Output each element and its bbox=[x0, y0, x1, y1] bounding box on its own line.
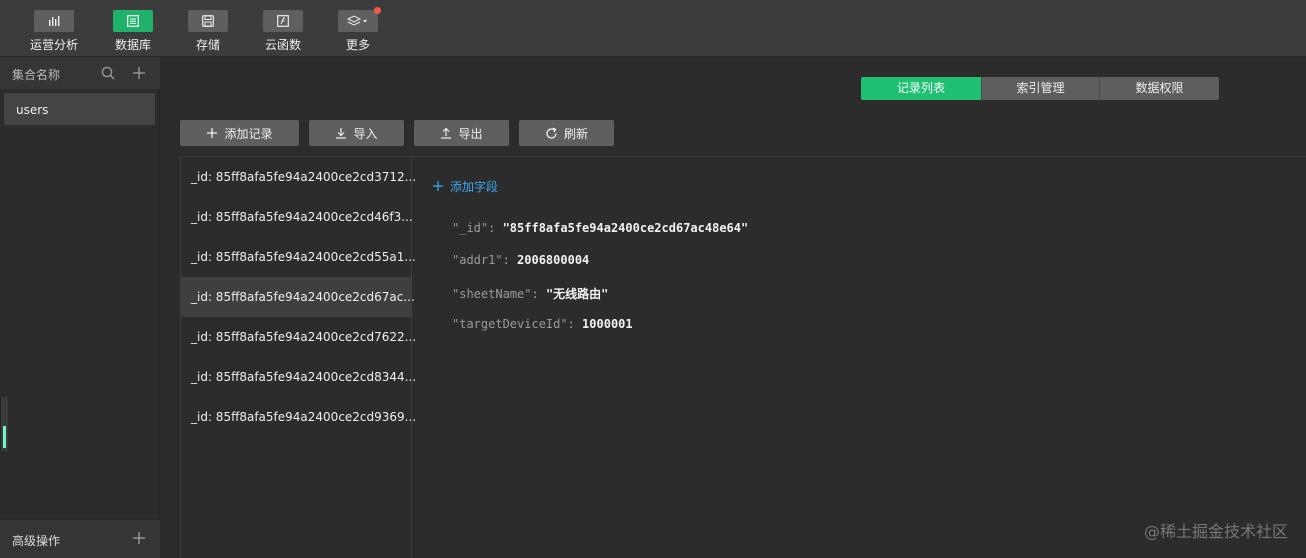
search-icon[interactable] bbox=[100, 65, 116, 81]
field-value: 1000001 bbox=[582, 317, 633, 331]
add-field-label: 添加字段 bbox=[450, 179, 499, 194]
record-id: _id: 85ff8afa5fe94a2400ce2cd9369... bbox=[191, 410, 417, 424]
function-icon bbox=[277, 15, 289, 27]
layers-icon bbox=[347, 15, 367, 26]
sidebar-header: 集合名称 bbox=[0, 57, 160, 89]
field-key: "sheetName" bbox=[452, 287, 532, 301]
add-collection-icon[interactable] bbox=[131, 65, 147, 81]
field-row[interactable]: "addr1": 2006800004 bbox=[452, 253, 589, 267]
level-indicator bbox=[0, 397, 8, 451]
field-row[interactable]: "sheetName": "无线路由" bbox=[452, 285, 608, 302]
export-label: 导出 bbox=[458, 126, 483, 141]
toolbar-label: 云函数 bbox=[264, 38, 301, 52]
collections-sidebar: 集合名称 users 高级操作 bbox=[0, 57, 160, 558]
upload-icon bbox=[441, 127, 452, 139]
import-label: 导入 bbox=[353, 126, 378, 141]
toolbar-item-database[interactable]: 数据库 bbox=[103, 10, 163, 54]
save-icon bbox=[202, 15, 214, 27]
tab-indexes[interactable]: 索引管理 bbox=[981, 77, 1099, 100]
record-list: _id: 85ff8afa5fe94a2400ce2cd3712... _id:… bbox=[180, 156, 416, 558]
add-field-button[interactable]: 添加字段 bbox=[432, 177, 498, 195]
download-icon bbox=[336, 128, 347, 139]
record-id: _id: 85ff8afa5fe94a2400ce2cd8344... bbox=[191, 370, 417, 384]
record-id: _id: 85ff8afa5fe94a2400ce2cd67ac... bbox=[191, 290, 415, 304]
field-value: "无线路由" bbox=[545, 287, 609, 301]
refresh-label: 刷新 bbox=[563, 126, 588, 141]
advanced-operations-label: 高级操作 bbox=[12, 534, 61, 548]
export-button[interactable]: 导出 bbox=[414, 120, 509, 146]
field-row[interactable]: "_id": "85ff8afa5fe94a2400ce2cd67ac48e64… bbox=[452, 221, 748, 235]
add-record-label: 添加记录 bbox=[224, 126, 273, 141]
field-key: "addr1" bbox=[452, 253, 503, 267]
sidebar-title: 集合名称 bbox=[12, 68, 61, 82]
record-item[interactable]: _id: 85ff8afa5fe94a2400ce2cd7622... bbox=[181, 317, 416, 357]
toolbar-item-analytics[interactable]: 运营分析 bbox=[24, 10, 84, 54]
add-record-button[interactable]: 添加记录 bbox=[180, 120, 299, 146]
notification-dot bbox=[374, 7, 381, 14]
record-item-selected[interactable]: _id: 85ff8afa5fe94a2400ce2cd67ac... bbox=[181, 277, 415, 317]
collection-item[interactable]: users bbox=[4, 93, 155, 125]
field-key: "targetDeviceId" bbox=[452, 317, 568, 331]
sidebar-footer: 高级操作 bbox=[0, 519, 160, 558]
collection-name: users bbox=[16, 103, 49, 117]
top-toolbar: 运营分析 数据库 存储 云函数 更多 bbox=[0, 0, 1306, 57]
bar-chart-icon bbox=[49, 16, 60, 26]
database-icon bbox=[127, 15, 139, 27]
plus-icon bbox=[433, 181, 443, 191]
view-tabs: 记录列表 索引管理 数据权限 bbox=[861, 77, 1219, 100]
tab-records[interactable]: 记录列表 bbox=[861, 77, 981, 100]
record-item[interactable]: _id: 85ff8afa5fe94a2400ce2cd3712... bbox=[181, 157, 416, 197]
record-id: _id: 85ff8afa5fe94a2400ce2cd55a1... bbox=[191, 250, 416, 264]
record-item[interactable]: _id: 85ff8afa5fe94a2400ce2cd8344... bbox=[181, 357, 416, 397]
plus-icon bbox=[207, 128, 218, 138]
field-value: 2006800004 bbox=[517, 253, 590, 267]
refresh-button[interactable]: 刷新 bbox=[519, 120, 614, 146]
toolbar-label: 数据库 bbox=[114, 38, 151, 52]
toolbar-item-storage[interactable]: 存储 bbox=[178, 10, 238, 54]
tab-permissions[interactable]: 数据权限 bbox=[1099, 77, 1219, 100]
toolbar-item-more[interactable]: 更多 bbox=[328, 7, 388, 54]
toolbar-item-functions[interactable]: 云函数 bbox=[253, 10, 313, 54]
add-icon[interactable] bbox=[131, 530, 147, 546]
record-id: _id: 85ff8afa5fe94a2400ce2cd7622... bbox=[191, 330, 417, 344]
toolbar-label: 更多 bbox=[345, 38, 370, 52]
field-row[interactable]: "targetDeviceId": 1000001 bbox=[452, 317, 633, 331]
record-item[interactable]: _id: 85ff8afa5fe94a2400ce2cd46f3... bbox=[181, 197, 413, 237]
toolbar-label: 存储 bbox=[195, 38, 220, 52]
record-item[interactable]: _id: 85ff8afa5fe94a2400ce2cd9369... bbox=[181, 397, 416, 437]
field-key: "_id" bbox=[452, 221, 489, 235]
record-id: _id: 85ff8afa5fe94a2400ce2cd46f3... bbox=[191, 210, 413, 224]
record-item[interactable]: _id: 85ff8afa5fe94a2400ce2cd55a1... bbox=[181, 237, 416, 277]
import-button[interactable]: 导入 bbox=[309, 120, 404, 146]
record-id: _id: 85ff8afa5fe94a2400ce2cd3712... bbox=[191, 170, 417, 184]
detail-divider bbox=[412, 156, 1306, 157]
level-indicator-fill bbox=[3, 426, 6, 448]
refresh-icon bbox=[546, 126, 557, 139]
watermark: @稀土掘金技术社区 bbox=[1143, 522, 1288, 541]
field-value: "85ff8afa5fe94a2400ce2cd67ac48e64" bbox=[502, 221, 749, 235]
toolbar-label: 运营分析 bbox=[29, 38, 78, 52]
